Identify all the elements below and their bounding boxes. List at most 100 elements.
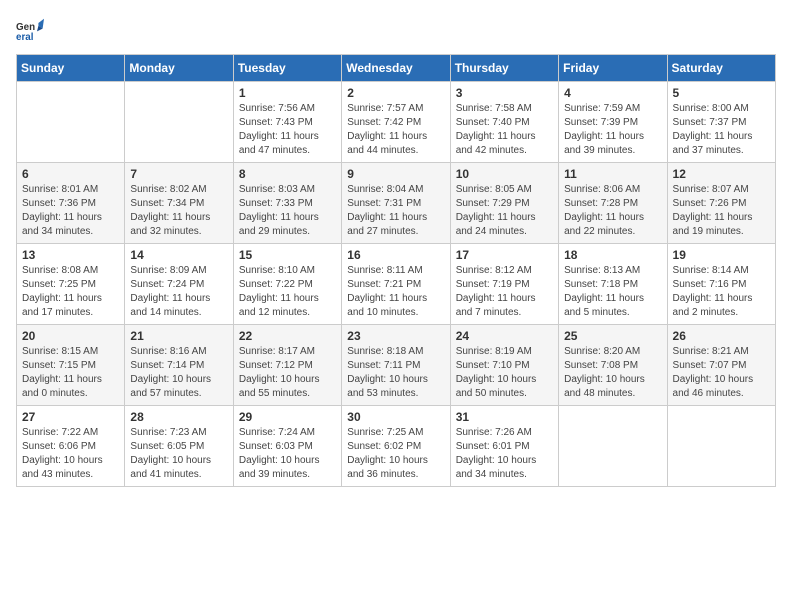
calendar-cell: 29 Sunrise: 7:24 AM Sunset: 6:03 PM Dayli… — [233, 406, 341, 487]
page-header: Gen eral Blue — [16, 16, 776, 44]
calendar-cell: 4Sunrise: 7:59 AM Sunset: 7:39 PM Daylig… — [559, 82, 667, 163]
day-info: Sunrise: 7:57 AM Sunset: 7:42 PM Dayligh… — [347, 102, 444, 158]
day-number: 26 — [673, 329, 770, 343]
day-info: Sunrise: 7:25 AM Sunset: 6:02 PM Dayligh… — [347, 426, 444, 482]
calendar-cell — [667, 406, 775, 487]
calendar-cell: 25 Sunrise: 8:20 AM Sunset: 7:08 PM Dayli… — [559, 325, 667, 406]
day-info: Sunrise: 8:07 AM Sunset: 7:26 PM Dayligh… — [673, 183, 770, 239]
day-info: Sunrise: 8:12 AM Sunset: 7:19 PM Dayligh… — [456, 264, 553, 320]
day-number: 16 — [347, 248, 444, 262]
calendar-cell: 6 Sunrise: 8:01 AM Sunset: 7:36 PM Daylig… — [17, 163, 125, 244]
day-info: Sunrise: 8:06 AM Sunset: 7:28 PM Dayligh… — [564, 183, 661, 239]
day-info: Sunrise: 7:59 AM Sunset: 7:39 PM Dayligh… — [564, 102, 661, 158]
calendar-cell: 24 Sunrise: 8:19 AM Sunset: 7:10 PM Dayli… — [450, 325, 558, 406]
day-number: 19 — [673, 248, 770, 262]
day-info: Sunrise: 8:08 AM Sunset: 7:25 PM Dayligh… — [22, 264, 119, 320]
day-info: Sunrise: 8:00 AM Sunset: 7:37 PM Dayligh… — [673, 102, 770, 158]
day-number: 24 — [456, 329, 553, 343]
calendar-cell: 8 Sunrise: 8:03 AM Sunset: 7:33 PM Daylig… — [233, 163, 341, 244]
day-info: Sunrise: 7:24 AM Sunset: 6:03 PM Dayligh… — [239, 426, 336, 482]
calendar-cell: 26 Sunrise: 8:21 AM Sunset: 7:07 PM Dayli… — [667, 325, 775, 406]
day-info: Sunrise: 8:01 AM Sunset: 7:36 PM Dayligh… — [22, 183, 119, 239]
day-number: 10 — [456, 167, 553, 181]
calendar-cell: 1 Sunrise: 7:56 AM Sunset: 7:43 PM Daylig… — [233, 82, 341, 163]
logo: Gen eral Blue — [16, 16, 48, 44]
weekday-header-row: SundayMondayTuesdayWednesdayThursdayFrid… — [17, 55, 776, 82]
day-number: 21 — [130, 329, 227, 343]
day-number: 9 — [347, 167, 444, 181]
day-info: Sunrise: 8:15 AM Sunset: 7:15 PM Dayligh… — [22, 345, 119, 401]
calendar-cell — [125, 82, 233, 163]
day-number: 7 — [130, 167, 227, 181]
weekday-header-saturday: Saturday — [667, 55, 775, 82]
day-number: 22 — [239, 329, 336, 343]
day-info: Sunrise: 7:58 AM Sunset: 7:40 PM Dayligh… — [456, 102, 553, 158]
day-info: Sunrise: 8:16 AM Sunset: 7:14 PM Dayligh… — [130, 345, 227, 401]
day-info: Sunrise: 8:13 AM Sunset: 7:18 PM Dayligh… — [564, 264, 661, 320]
calendar-cell: 10 Sunrise: 8:05 AM Sunset: 7:29 PM Dayli… — [450, 163, 558, 244]
day-number: 25 — [564, 329, 661, 343]
day-info: Sunrise: 7:23 AM Sunset: 6:05 PM Dayligh… — [130, 426, 227, 482]
day-number: 15 — [239, 248, 336, 262]
day-number: 6 — [22, 167, 119, 181]
day-info: Sunrise: 8:03 AM Sunset: 7:33 PM Dayligh… — [239, 183, 336, 239]
calendar-week-row: 13 Sunrise: 8:08 AM Sunset: 7:25 PM Dayli… — [17, 244, 776, 325]
day-number: 20 — [22, 329, 119, 343]
day-number: 23 — [347, 329, 444, 343]
calendar-table: SundayMondayTuesdayWednesdayThursdayFrid… — [16, 54, 776, 487]
day-info: Sunrise: 8:21 AM Sunset: 7:07 PM Dayligh… — [673, 345, 770, 401]
calendar-cell: 27 Sunrise: 7:22 AM Sunset: 6:06 PM Dayli… — [17, 406, 125, 487]
day-number: 12 — [673, 167, 770, 181]
day-number: 2 — [347, 86, 444, 100]
day-number: 28 — [130, 410, 227, 424]
day-number: 13 — [22, 248, 119, 262]
calendar-week-row: 27 Sunrise: 7:22 AM Sunset: 6:06 PM Dayli… — [17, 406, 776, 487]
day-info: Sunrise: 8:11 AM Sunset: 7:21 PM Dayligh… — [347, 264, 444, 320]
calendar-body: 1 Sunrise: 7:56 AM Sunset: 7:43 PM Daylig… — [17, 82, 776, 487]
calendar-cell: 5Sunrise: 8:00 AM Sunset: 7:37 PM Daylig… — [667, 82, 775, 163]
day-info: Sunrise: 7:56 AM Sunset: 7:43 PM Dayligh… — [239, 102, 336, 158]
day-number: 8 — [239, 167, 336, 181]
calendar-cell: 28 Sunrise: 7:23 AM Sunset: 6:05 PM Dayli… — [125, 406, 233, 487]
day-info: Sunrise: 8:19 AM Sunset: 7:10 PM Dayligh… — [456, 345, 553, 401]
calendar-cell: 21 Sunrise: 8:16 AM Sunset: 7:14 PM Dayli… — [125, 325, 233, 406]
calendar-cell: 30 Sunrise: 7:25 AM Sunset: 6:02 PM Dayli… — [342, 406, 450, 487]
calendar-cell — [559, 406, 667, 487]
day-info: Sunrise: 8:09 AM Sunset: 7:24 PM Dayligh… — [130, 264, 227, 320]
day-number: 27 — [22, 410, 119, 424]
calendar-cell: 3 Sunrise: 7:58 AM Sunset: 7:40 PM Daylig… — [450, 82, 558, 163]
day-number: 29 — [239, 410, 336, 424]
svg-text:eral: eral — [16, 32, 34, 43]
day-info: Sunrise: 7:22 AM Sunset: 6:06 PM Dayligh… — [22, 426, 119, 482]
calendar-cell: 2 Sunrise: 7:57 AM Sunset: 7:42 PM Daylig… — [342, 82, 450, 163]
calendar-cell: 7Sunrise: 8:02 AM Sunset: 7:34 PM Daylig… — [125, 163, 233, 244]
day-info: Sunrise: 8:10 AM Sunset: 7:22 PM Dayligh… — [239, 264, 336, 320]
day-number: 3 — [456, 86, 553, 100]
day-info: Sunrise: 8:18 AM Sunset: 7:11 PM Dayligh… — [347, 345, 444, 401]
calendar-cell: 31 Sunrise: 7:26 AM Sunset: 6:01 PM Dayli… — [450, 406, 558, 487]
day-info: Sunrise: 8:04 AM Sunset: 7:31 PM Dayligh… — [347, 183, 444, 239]
calendar-cell: 12 Sunrise: 8:07 AM Sunset: 7:26 PM Dayli… — [667, 163, 775, 244]
day-number: 31 — [456, 410, 553, 424]
day-number: 18 — [564, 248, 661, 262]
calendar-cell: 20 Sunrise: 8:15 AM Sunset: 7:15 PM Dayli… — [17, 325, 125, 406]
day-info: Sunrise: 7:26 AM Sunset: 6:01 PM Dayligh… — [456, 426, 553, 482]
day-number: 11 — [564, 167, 661, 181]
calendar-cell: 18 Sunrise: 8:13 AM Sunset: 7:18 PM Dayli… — [559, 244, 667, 325]
day-info: Sunrise: 8:14 AM Sunset: 7:16 PM Dayligh… — [673, 264, 770, 320]
calendar-cell: 16 Sunrise: 8:11 AM Sunset: 7:21 PM Dayli… — [342, 244, 450, 325]
weekday-header-friday: Friday — [559, 55, 667, 82]
calendar-cell: 19 Sunrise: 8:14 AM Sunset: 7:16 PM Dayli… — [667, 244, 775, 325]
day-number: 30 — [347, 410, 444, 424]
calendar-cell: 11 Sunrise: 8:06 AM Sunset: 7:28 PM Dayli… — [559, 163, 667, 244]
day-info: Sunrise: 8:05 AM Sunset: 7:29 PM Dayligh… — [456, 183, 553, 239]
calendar-cell: 22Sunrise: 8:17 AM Sunset: 7:12 PM Dayli… — [233, 325, 341, 406]
calendar-cell: 14 Sunrise: 8:09 AM Sunset: 7:24 PM Dayli… — [125, 244, 233, 325]
calendar-cell: 23 Sunrise: 8:18 AM Sunset: 7:11 PM Dayli… — [342, 325, 450, 406]
weekday-header-thursday: Thursday — [450, 55, 558, 82]
day-info: Sunrise: 8:20 AM Sunset: 7:08 PM Dayligh… — [564, 345, 661, 401]
calendar-cell: 17Sunrise: 8:12 AM Sunset: 7:19 PM Dayli… — [450, 244, 558, 325]
day-number: 1 — [239, 86, 336, 100]
day-number: 14 — [130, 248, 227, 262]
calendar-cell — [17, 82, 125, 163]
